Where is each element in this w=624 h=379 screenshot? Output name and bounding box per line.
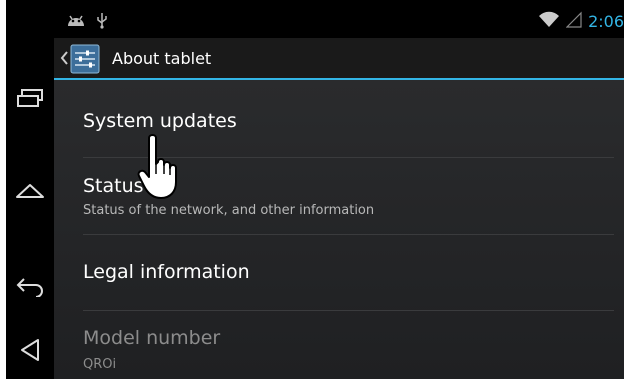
hand-pointer-icon [136, 132, 188, 202]
up-caret-icon[interactable] [60, 50, 68, 69]
clock-time: 2:06 [588, 11, 624, 31]
settings-list: System updates Status Status of the netw… [54, 80, 624, 379]
status-bar: 2:06 [54, 8, 624, 36]
home-icon[interactable] [10, 170, 50, 210]
list-item-title: Legal information [83, 261, 250, 283]
recent-apps-icon[interactable] [10, 78, 50, 118]
list-item-title: Status [83, 175, 144, 197]
menu-triangle-icon[interactable] [10, 330, 50, 370]
back-icon[interactable] [10, 266, 50, 306]
wifi-icon [538, 10, 560, 32]
navigation-bar [6, 0, 54, 379]
android-debug-icon [66, 12, 86, 32]
action-bar: About tablet [54, 38, 624, 80]
list-item-legal-information[interactable]: Legal information [54, 235, 624, 310]
list-item-model-number: Model number QROi [54, 311, 624, 379]
list-item-title: Model number [83, 327, 221, 349]
list-item-subtitle: Status of the network, and other informa… [83, 203, 375, 218]
tablet-screen: 2:06 About tablet System updates Status … [6, 0, 624, 379]
page-title: About tablet [112, 49, 212, 68]
usb-icon [96, 11, 108, 33]
cell-signal-icon [565, 10, 582, 32]
list-item-subtitle: QROi [83, 357, 117, 372]
settings-icon[interactable] [70, 44, 100, 74]
list-item-title: System updates [83, 110, 237, 132]
